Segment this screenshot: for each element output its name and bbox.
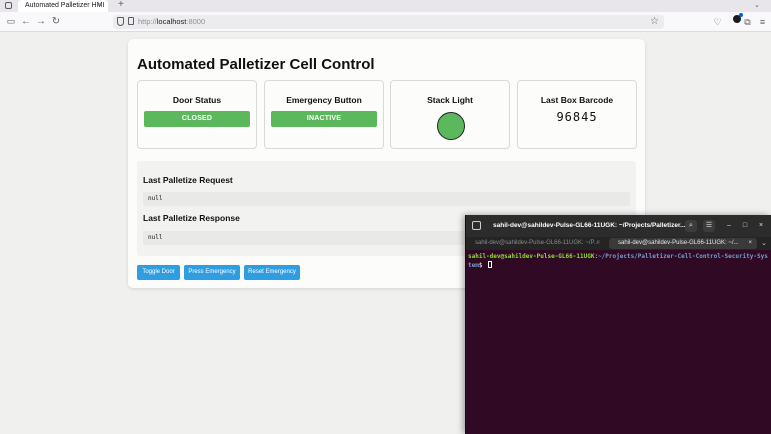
new-tab-icon[interactable]: + [118,0,124,11]
prompt-symbol: $ [478,262,487,269]
stack-light-title: Stack Light [427,95,473,105]
door-status-badge: CLOSED [144,111,250,127]
terminal-tab-2[interactable]: sahil-dev@sahildev-Pulse-GL66-11UGK: ~/.… [609,238,757,249]
terminal-title: sahil-dev@sahildev-Pulse-GL66-11UGK: ~/P… [493,222,686,229]
prompt-user: sahil-dev@sahildev-Pulse-GL66-11UGK [468,253,595,260]
browser-tab-title: Automated Palletizer HMI [25,2,105,9]
press-emergency-button[interactable]: Press Emergency [184,265,240,280]
request-value: null [143,192,630,206]
barcode-value: 96845 [556,110,598,124]
terminal-header: sahil-dev@sahildev-Pulse-GL66-11UGK: ~/P… [466,215,771,237]
tracking-shield-icon[interactable] [117,17,124,26]
browser-navbar: ▭ ← → ↻ http://localhost:8000 ☆ ♡ ⧉ ≡ [0,12,771,32]
terminal-search-icon[interactable]: ⌕ [685,220,697,232]
browser-tab-active[interactable]: Automated Palletizer HMI × [18,0,108,12]
page-info-icon[interactable] [128,17,134,25]
tab-close-icon[interactable]: × [98,1,102,11]
stack-light-card: Stack Light [390,80,510,149]
tab-list-icon[interactable] [5,2,12,9]
pocket-icon[interactable]: ♡ [712,16,723,28]
terminal-new-tab-icon[interactable] [472,221,481,230]
emergency-status-badge: INACTIVE [271,111,377,127]
terminal-maximize-icon[interactable]: □ [739,220,751,232]
terminal-tab-close-icon[interactable]: × [596,238,600,249]
terminal-tab-close-icon[interactable]: × [748,238,752,249]
terminal-tab-1[interactable]: sahil-dev@sahildev-Pulse-GL66-11UGK: ~/P… [466,238,605,249]
terminal-tab-label: sahil-dev@sahildev-Pulse-GL66-11UGK: ~/.… [618,240,739,246]
bookmark-star-icon[interactable]: ☆ [650,15,659,28]
door-status-title: Door Status [172,95,222,105]
account-icon[interactable] [733,13,743,23]
terminal-minimize-icon[interactable]: – [723,220,735,232]
terminal-close-icon[interactable]: × [755,220,767,232]
barcode-card: Last Box Barcode 96845 [517,80,637,149]
terminal-cursor [488,261,493,268]
terminal-tab-bar: sahil-dev@sahildev-Pulse-GL66-11UGK: ~/P… [466,237,771,250]
request-heading: Last Palletize Request [143,175,233,185]
forward-icon[interactable]: → [35,15,47,28]
toggle-door-button[interactable]: Toggle Door [137,265,180,280]
url-host: localhost [156,17,187,26]
app-menu-icon[interactable]: ≡ [757,16,768,28]
url-bar[interactable]: http://localhost:8000 ☆ [113,15,664,29]
response-heading: Last Palletize Response [143,213,240,223]
tab-overflow-icon[interactable]: ⌄ [754,0,760,12]
door-status-card: Door Status CLOSED [137,80,257,149]
terminal-tab-label: sahil-dev@sahildev-Pulse-GL66-11UGK: ~/P… [475,240,599,246]
url-text[interactable]: http://localhost:8000 [138,16,205,28]
terminal-tabs-dropdown-icon[interactable]: ⌄ [761,237,767,250]
terminal-window[interactable]: sahil-dev@sahildev-Pulse-GL66-11UGK: ~/P… [465,215,771,434]
stack-light-indicator [437,112,465,140]
reload-icon[interactable]: ↻ [50,15,62,28]
url-scheme: http:// [138,17,157,26]
extensions-icon[interactable]: ⧉ [742,16,753,28]
page-title: Automated Palletizer Cell Control [137,56,375,73]
terminal-output[interactable]: sahil-dev@sahildev-Pulse-GL66-11UGK:~/Pr… [468,253,770,270]
emergency-button-title: Emergency Button [286,95,362,105]
reset-emergency-button[interactable]: Reset Emergency [244,265,300,280]
barcode-title: Last Box Barcode [540,95,614,105]
emergency-button-card: Emergency Button INACTIVE [264,80,384,149]
back-icon[interactable]: ← [20,15,32,28]
url-port: :8000 [186,17,206,26]
terminal-menu-icon[interactable]: ☰ [703,220,715,232]
sidebar-toggle-icon[interactable]: ▭ [5,15,17,28]
browser-tab-strip: Automated Palletizer HMI × + ⌄ [0,0,771,12]
